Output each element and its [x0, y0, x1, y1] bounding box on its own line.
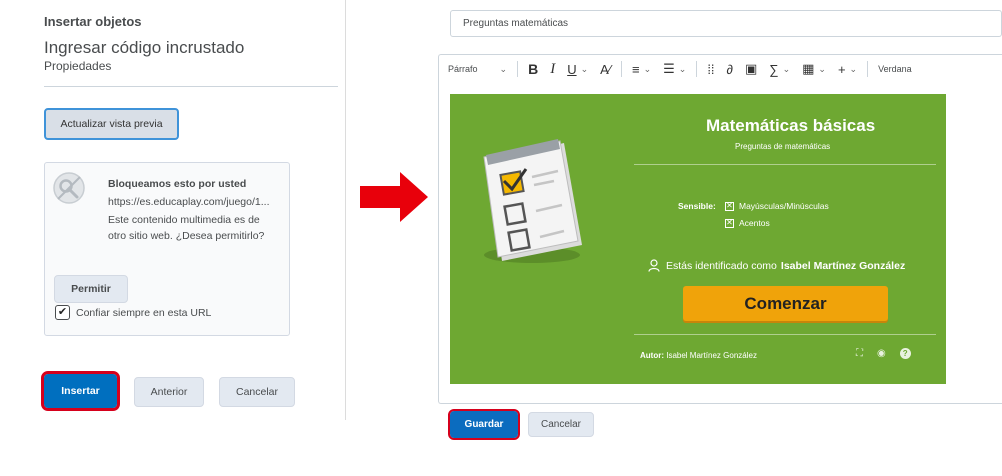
case-option-label: Mayúsculas/Minúsculas [739, 201, 829, 211]
author-name: Isabel Martínez González [666, 351, 757, 360]
trust-url-label: Confiar siempre en esta URL [76, 306, 212, 319]
chevron-down-icon: ⌄ [818, 63, 826, 74]
underline-label: U [567, 61, 577, 77]
editor-toolbar: Párrafo ⌄ B I U ⌄ A⁄ ≡ ⌄ ☰ ⌄ ⁞⁞ ∂ ▣ ∑ ⌄ ▦ ⌄… [438, 54, 1002, 84]
chevron-down-icon: ⌄ [643, 63, 652, 74]
plus-label: + [837, 61, 846, 77]
italic-button[interactable]: I [544, 54, 561, 84]
trust-url-checkbox[interactable]: ✔ [55, 305, 70, 320]
chevron-down-icon: ⌄ [782, 63, 791, 74]
author-label: Autor: [640, 351, 664, 360]
toolbar-divider [620, 61, 622, 77]
font-family-select[interactable]: Verdana [872, 54, 918, 84]
dialog-heading: Ingresar código incrustado [44, 38, 245, 57]
checkbox-icon: ✕ [725, 218, 734, 228]
paragraph-label: Párrafo [448, 64, 478, 74]
text-color-icon[interactable]: A⁄ [594, 54, 617, 84]
fullscreen-icon[interactable]: ⛶ [856, 348, 863, 359]
table-icon[interactable]: ▦ ⌄ [796, 54, 832, 84]
save-button[interactable]: Guardar [448, 409, 520, 440]
chevron-down-icon: ⌄ [678, 63, 687, 74]
cancel-button-right[interactable]: Cancelar [528, 412, 594, 437]
blocked-content-icon [53, 172, 85, 204]
identified-user: Estás identificado como Isabel Martínez … [648, 259, 905, 272]
title-input[interactable]: Preguntas matemáticas [450, 10, 1002, 37]
arrow-right-icon [360, 172, 428, 222]
quiz-subtitle: Preguntas de matemáticas [735, 142, 831, 151]
quiz-footer-icons: ⛶ ◉ ? [856, 348, 911, 359]
toolbar-divider [696, 61, 698, 77]
allow-button[interactable]: Permitir [54, 275, 128, 303]
update-preview-button[interactable]: Actualizar vista previa [44, 108, 179, 140]
cancel-button-left[interactable]: Cancelar [219, 377, 295, 407]
user-icon [648, 259, 660, 272]
blocked-title: Bloqueamos esto por usted [108, 178, 247, 190]
divider [44, 86, 338, 87]
properties-link[interactable]: Propiedades [44, 59, 111, 73]
checkbox-icon: ✕ [725, 201, 734, 211]
quiz-title: Matemáticas básicas [706, 116, 876, 135]
insert-button[interactable]: Insertar [41, 371, 120, 411]
image-icon[interactable]: ▣ [739, 54, 763, 84]
toolbar-divider [867, 61, 869, 77]
blocked-message: Este contenido multimedia es de otro sit… [108, 214, 265, 242]
link-icon[interactable]: ∂ [721, 54, 739, 84]
user-name: Isabel Martínez González [780, 259, 906, 272]
toolbar-divider [517, 61, 519, 77]
trust-url-checkbox-row[interactable]: ✔ Confiar siempre en esta URL [55, 305, 211, 320]
divider [634, 334, 936, 335]
checklist-icon [483, 139, 582, 263]
identified-prefix: Estás identificado como [666, 259, 777, 272]
paragraph-format-select[interactable]: Párrafo ⌄ [438, 54, 513, 84]
start-button[interactable]: Comenzar [683, 286, 888, 321]
accents-option: ✕ Acentos [725, 218, 770, 228]
underline-button[interactable]: U ⌄ [561, 54, 594, 84]
chevron-down-icon: ⌄ [499, 63, 508, 74]
sensitive-label: Sensible: [678, 201, 716, 211]
sigma-label: ∑ [769, 61, 779, 77]
blocked-url: https://es.educaplay.com/juego/1... [108, 196, 270, 208]
share-icon[interactable]: ◉ [877, 348, 886, 359]
chevron-down-icon: ⌄ [580, 63, 589, 74]
bold-button[interactable]: B [522, 54, 544, 84]
help-icon[interactable]: ? [899, 348, 911, 359]
previous-button[interactable]: Anterior [134, 377, 204, 407]
case-option: ✕ Mayúsculas/Minúsculas [725, 201, 829, 211]
more-insert-icon[interactable]: + ⌄ [832, 54, 863, 84]
insert-stuff-icon[interactable]: ⁞⁞ [701, 54, 720, 84]
equation-icon[interactable]: ∑ ⌄ [763, 54, 796, 84]
align-icon[interactable]: ≡ ⌄ [626, 54, 657, 84]
accents-option-label: Acentos [739, 218, 770, 228]
list-icon[interactable]: ☰ ⌄ [657, 54, 692, 84]
divider [634, 164, 936, 165]
dialog-title: Insertar objetos [44, 14, 142, 29]
quiz-author: Autor: Isabel Martínez González [640, 351, 757, 360]
chevron-down-icon: ⌄ [849, 63, 858, 74]
